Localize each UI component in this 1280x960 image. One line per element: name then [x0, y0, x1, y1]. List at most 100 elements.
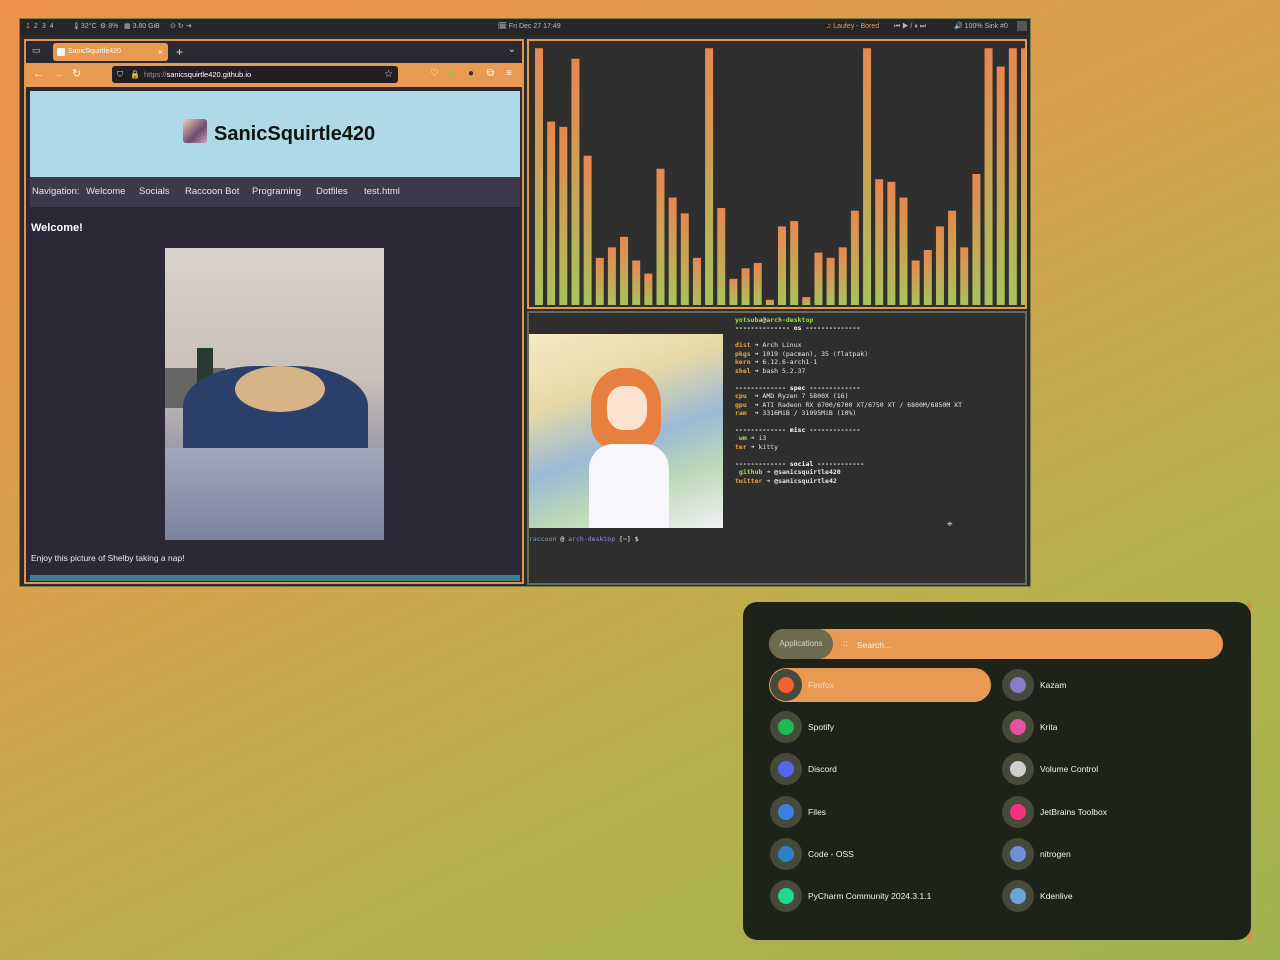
launcher-item-label: Volume Control	[1040, 764, 1099, 775]
pocket-icon[interactable]: ♡	[430, 68, 439, 80]
visualizer-bar	[668, 197, 677, 305]
visualizer-bar	[717, 208, 726, 305]
visualizer-bar	[1008, 48, 1017, 306]
tab-title: SanicSquirtle420	[68, 48, 121, 55]
nav-link-dotfiles[interactable]: Dotfiles	[316, 177, 348, 207]
clock: 🗓 Fri Dec 27 17:49	[498, 23, 561, 30]
tab-bar: ▭ SanicSquirtle420 × + ⌄	[26, 41, 522, 63]
media-controls[interactable]: ⏮ ▶ / ⏸ ⏭	[894, 19, 926, 35]
site-title: SanicSquirtle420	[214, 123, 376, 145]
launcher-item-label: Kdenlive	[1040, 891, 1073, 901]
visualizer-bar	[765, 299, 774, 305]
krita-icon	[1002, 711, 1034, 744]
back-icon[interactable]: ←	[33, 67, 44, 81]
launcher-item[interactable]: Spotify	[769, 710, 991, 744]
app-launcher: Applications :: FirefoxSpotifyDiscordFil…	[743, 602, 1251, 940]
tray-actions[interactable]: ⊙ ↻ ⇥	[170, 19, 192, 35]
launcher-item[interactable]: JetBrains Toolbox	[1001, 795, 1223, 829]
visualizer-bar	[972, 174, 981, 305]
url-bar[interactable]: ⛉ 🔒 https://sanicsquirtle420.github.io ☆	[112, 66, 398, 83]
search-separator: ::	[843, 639, 848, 648]
visualizer-bar	[814, 252, 823, 305]
nav-link-socials[interactable]: Socials	[139, 177, 170, 207]
fetch-host: arch-desktop	[766, 316, 814, 324]
nav-link-welcome[interactable]: Welcome	[86, 177, 125, 207]
extensions-icon[interactable]: ⧉	[487, 68, 494, 80]
reload-icon[interactable]: ↻	[72, 67, 81, 81]
launcher-item[interactable]: nitrogen	[1001, 837, 1223, 871]
launcher-item[interactable]: Krita	[1001, 710, 1223, 744]
launcher-item[interactable]: Kdenlive	[1001, 879, 1223, 913]
status-bar: 1234 🌡32°C ⚙ 8% ▦ 3.80 GiB ⊙ ↻ ⇥ 🗓 Fri D…	[20, 19, 1030, 35]
kitty-terminal[interactable]: yotsuba@arch-desktop -------------- os -…	[527, 311, 1027, 585]
nav-label: Navigation:	[32, 186, 80, 197]
launcher-item[interactable]: PyCharm Community 2024.3.1.1	[769, 879, 991, 913]
launcher-item[interactable]: Firefox	[769, 668, 991, 702]
launcher-item[interactable]: Code - OSS	[769, 837, 991, 871]
site-navigation: Navigation: Welcome Socials Raccoon Bot …	[30, 177, 520, 207]
launcher-item-label: Files	[808, 806, 826, 817]
visualizer-bar	[790, 221, 799, 305]
workspace-1[interactable]: 1	[26, 23, 30, 30]
lock-icon[interactable]: 🔒	[130, 66, 140, 83]
pycharm-icon	[770, 880, 802, 912]
tab-active[interactable]: SanicSquirtle420 ×	[53, 43, 168, 61]
shell-prompt[interactable]: raccoon @ arch-desktop [~] $	[529, 535, 639, 543]
site-logo	[183, 119, 207, 143]
firefox-window: ▭ SanicSquirtle420 × + ⌄ ← → ↻ ⛉ 🔒 https…	[24, 39, 524, 584]
workspace-3[interactable]: 3	[42, 23, 46, 30]
search-input[interactable]	[855, 635, 1209, 655]
launcher-item-label: JetBrains Toolbox	[1040, 806, 1107, 817]
visualizer-bar	[863, 48, 872, 306]
launcher-item[interactable]: Volume Control	[1001, 752, 1223, 786]
nav-link-raccoon-bot[interactable]: Raccoon Bot	[185, 177, 239, 207]
launcher-item[interactable]: Discord	[769, 752, 991, 786]
now-playing[interactable]: ♫ Laufey - Bored	[826, 19, 879, 35]
visualizer-bar	[644, 273, 653, 305]
visualizer-bars	[535, 48, 1025, 306]
forward-icon[interactable]: →	[53, 67, 64, 81]
url-text[interactable]: https://sanicsquirtle420.github.io	[144, 66, 251, 83]
visualizer-bar	[802, 297, 811, 305]
nitrogen-icon	[1002, 837, 1034, 870]
extension-green-icon[interactable]: ●	[449, 68, 455, 80]
launcher-item[interactable]: Kazam	[1001, 668, 1223, 702]
launcher-item-label: Firefox	[808, 680, 834, 690]
bookmark-star-icon[interactable]: ☆	[384, 66, 393, 83]
workspace-list[interactable]: 1234	[26, 19, 58, 35]
spotify-icon	[770, 711, 802, 744]
dog-photo	[165, 248, 384, 540]
visualizer-bar	[692, 257, 701, 305]
menu-icon[interactable]: ≡	[506, 68, 512, 80]
visualizer-bar	[826, 257, 835, 305]
anime-wallpaper-image	[529, 334, 723, 528]
workspace-2[interactable]: 2	[34, 23, 38, 30]
launcher-item-label: nitrogen	[1040, 848, 1071, 859]
nav-link-test[interactable]: test.html	[364, 177, 400, 207]
workspace-4[interactable]: 4	[50, 23, 54, 30]
tray-icon[interactable]	[1017, 19, 1027, 35]
extension-dark-icon[interactable]: ●	[468, 68, 474, 80]
launcher-item-label: Krita	[1040, 722, 1058, 733]
visualizer-bar	[595, 257, 604, 305]
visualizer-bar	[996, 66, 1005, 305]
fetch-output: yotsuba@arch-desktop -------------- os -…	[735, 316, 962, 485]
nav-link-programing[interactable]: Programing	[252, 177, 301, 207]
kdenlive-icon	[1002, 880, 1034, 912]
visualizer-bar	[656, 168, 665, 305]
volume-readout[interactable]: 🔊 100% Sink #0	[954, 19, 1008, 35]
chevron-down-icon[interactable]: ⌄	[508, 44, 516, 55]
jetbrains-toolbox-icon	[1002, 795, 1034, 828]
tab-list-icon[interactable]: ▭	[32, 45, 41, 56]
volume-control-icon	[1002, 753, 1034, 786]
page-footer-strip	[30, 575, 520, 581]
visualizer-bar	[1021, 48, 1025, 306]
close-tab-icon[interactable]: ×	[158, 43, 163, 61]
visualizer-bar	[632, 260, 641, 305]
new-tab-icon[interactable]: +	[176, 43, 183, 61]
launcher-item[interactable]: Files	[769, 795, 991, 829]
mode-tag[interactable]: Applications	[769, 629, 833, 659]
navigation-toolbar: ← → ↻ ⛉ 🔒 https://sanicsquirtle420.githu…	[26, 63, 522, 87]
launcher-search-bar[interactable]: Applications ::	[769, 629, 1223, 659]
shield-icon[interactable]: ⛉	[117, 66, 123, 83]
